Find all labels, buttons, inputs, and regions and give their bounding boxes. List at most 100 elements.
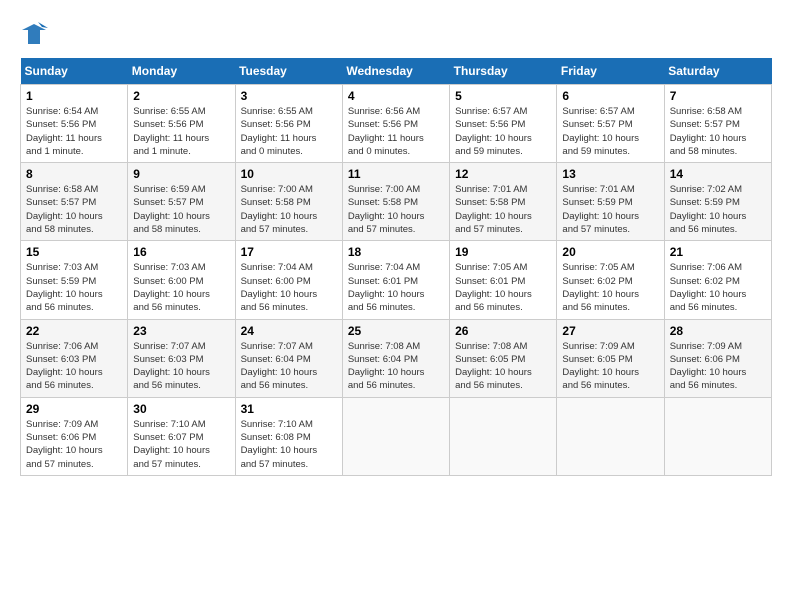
calendar-week-row: 8 Sunrise: 6:58 AM Sunset: 5:57 PM Daylig… — [21, 163, 772, 241]
day-info: Sunrise: 6:57 AM Sunset: 5:57 PM Dayligh… — [562, 105, 658, 158]
calendar-cell: 28 Sunrise: 7:09 AM Sunset: 6:06 PM Dayli… — [664, 319, 771, 397]
calendar-cell — [450, 397, 557, 475]
calendar-cell: 1 Sunrise: 6:54 AM Sunset: 5:56 PM Daylig… — [21, 85, 128, 163]
day-number: 30 — [133, 402, 229, 416]
logo — [20, 20, 52, 48]
day-info: Sunrise: 7:01 AM Sunset: 5:58 PM Dayligh… — [455, 183, 551, 236]
day-info: Sunrise: 6:58 AM Sunset: 5:57 PM Dayligh… — [26, 183, 122, 236]
day-number: 20 — [562, 245, 658, 259]
day-number: 15 — [26, 245, 122, 259]
calendar-cell: 9Sunrise: 6:59 AM Sunset: 5:57 PM Daylig… — [128, 163, 235, 241]
calendar-cell: 24 Sunrise: 7:07 AM Sunset: 6:04 PM Dayli… — [235, 319, 342, 397]
calendar-week-row: 1 Sunrise: 6:54 AM Sunset: 5:56 PM Daylig… — [21, 85, 772, 163]
column-header-friday: Friday — [557, 58, 664, 85]
day-info: Sunrise: 7:01 AM Sunset: 5:59 PM Dayligh… — [562, 183, 658, 236]
day-number: 5 — [455, 89, 551, 103]
calendar-cell: 7 Sunrise: 6:58 AM Sunset: 5:57 PM Daylig… — [664, 85, 771, 163]
day-number: 8 — [26, 167, 122, 181]
day-info: Sunrise: 7:09 AM Sunset: 6:06 PM Dayligh… — [26, 418, 122, 471]
day-number: 9 — [133, 167, 229, 181]
day-info: Sunrise: 7:10 AM Sunset: 6:07 PM Dayligh… — [133, 418, 229, 471]
calendar-cell: 19Sunrise: 7:05 AM Sunset: 6:01 PM Dayli… — [450, 241, 557, 319]
day-info: Sunrise: 6:58 AM Sunset: 5:57 PM Dayligh… — [670, 105, 766, 158]
day-number: 2 — [133, 89, 229, 103]
calendar-cell: 22 Sunrise: 7:06 AM Sunset: 6:03 PM Dayli… — [21, 319, 128, 397]
calendar-cell: 23 Sunrise: 7:07 AM Sunset: 6:03 PM Dayli… — [128, 319, 235, 397]
day-number: 24 — [241, 324, 337, 338]
calendar-table: SundayMondayTuesdayWednesdayThursdayFrid… — [20, 58, 772, 476]
day-number: 21 — [670, 245, 766, 259]
calendar-header-row: SundayMondayTuesdayWednesdayThursdayFrid… — [21, 58, 772, 85]
calendar-cell: 25Sunrise: 7:08 AM Sunset: 6:04 PM Dayli… — [342, 319, 449, 397]
day-info: Sunrise: 6:56 AM Sunset: 5:56 PM Dayligh… — [348, 105, 444, 158]
day-number: 31 — [241, 402, 337, 416]
day-info: Sunrise: 7:09 AM Sunset: 6:05 PM Dayligh… — [562, 340, 658, 393]
calendar-cell: 27 Sunrise: 7:09 AM Sunset: 6:05 PM Dayli… — [557, 319, 664, 397]
day-info: Sunrise: 7:00 AM Sunset: 5:58 PM Dayligh… — [241, 183, 337, 236]
calendar-cell: 18 Sunrise: 7:04 AM Sunset: 6:01 PM Dayli… — [342, 241, 449, 319]
day-info: Sunrise: 7:03 AM Sunset: 5:59 PM Dayligh… — [26, 261, 122, 314]
day-number: 22 — [26, 324, 122, 338]
calendar-cell: 14 Sunrise: 7:02 AM Sunset: 5:59 PM Dayli… — [664, 163, 771, 241]
day-info: Sunrise: 7:08 AM Sunset: 6:05 PM Dayligh… — [455, 340, 551, 393]
calendar-cell: 8 Sunrise: 6:58 AM Sunset: 5:57 PM Daylig… — [21, 163, 128, 241]
calendar-cell — [342, 397, 449, 475]
day-number: 1 — [26, 89, 122, 103]
column-header-monday: Monday — [128, 58, 235, 85]
day-number: 19 — [455, 245, 551, 259]
page-header — [20, 20, 772, 48]
day-info: Sunrise: 7:07 AM Sunset: 6:04 PM Dayligh… — [241, 340, 337, 393]
calendar-cell: 10 Sunrise: 7:00 AM Sunset: 5:58 PM Dayli… — [235, 163, 342, 241]
column-header-saturday: Saturday — [664, 58, 771, 85]
day-number: 4 — [348, 89, 444, 103]
calendar-cell: 6 Sunrise: 6:57 AM Sunset: 5:57 PM Daylig… — [557, 85, 664, 163]
day-number: 26 — [455, 324, 551, 338]
day-info: Sunrise: 7:06 AM Sunset: 6:02 PM Dayligh… — [670, 261, 766, 314]
day-info: Sunrise: 7:06 AM Sunset: 6:03 PM Dayligh… — [26, 340, 122, 393]
calendar-cell — [664, 397, 771, 475]
day-number: 18 — [348, 245, 444, 259]
calendar-cell: 30 Sunrise: 7:10 AM Sunset: 6:07 PM Dayli… — [128, 397, 235, 475]
day-info: Sunrise: 7:05 AM Sunset: 6:02 PM Dayligh… — [562, 261, 658, 314]
calendar-cell: 15 Sunrise: 7:03 AM Sunset: 5:59 PM Dayli… — [21, 241, 128, 319]
day-number: 12 — [455, 167, 551, 181]
column-header-sunday: Sunday — [21, 58, 128, 85]
calendar-cell: 31Sunrise: 7:10 AM Sunset: 6:08 PM Dayli… — [235, 397, 342, 475]
day-info: Sunrise: 7:02 AM Sunset: 5:59 PM Dayligh… — [670, 183, 766, 236]
day-number: 27 — [562, 324, 658, 338]
day-info: Sunrise: 6:57 AM Sunset: 5:56 PM Dayligh… — [455, 105, 551, 158]
calendar-cell: 17Sunrise: 7:04 AM Sunset: 6:00 PM Dayli… — [235, 241, 342, 319]
column-header-thursday: Thursday — [450, 58, 557, 85]
day-info: Sunrise: 7:03 AM Sunset: 6:00 PM Dayligh… — [133, 261, 229, 314]
calendar-cell: 16 Sunrise: 7:03 AM Sunset: 6:00 PM Dayli… — [128, 241, 235, 319]
day-info: Sunrise: 6:54 AM Sunset: 5:56 PM Dayligh… — [26, 105, 122, 158]
day-info: Sunrise: 7:07 AM Sunset: 6:03 PM Dayligh… — [133, 340, 229, 393]
day-info: Sunrise: 7:00 AM Sunset: 5:58 PM Dayligh… — [348, 183, 444, 236]
day-info: Sunrise: 7:09 AM Sunset: 6:06 PM Dayligh… — [670, 340, 766, 393]
calendar-cell: 20 Sunrise: 7:05 AM Sunset: 6:02 PM Dayli… — [557, 241, 664, 319]
calendar-cell: 4 Sunrise: 6:56 AM Sunset: 5:56 PM Daylig… — [342, 85, 449, 163]
column-header-tuesday: Tuesday — [235, 58, 342, 85]
day-number: 6 — [562, 89, 658, 103]
day-info: Sunrise: 7:08 AM Sunset: 6:04 PM Dayligh… — [348, 340, 444, 393]
day-info: Sunrise: 6:55 AM Sunset: 5:56 PM Dayligh… — [241, 105, 337, 158]
day-number: 28 — [670, 324, 766, 338]
calendar-cell: 11 Sunrise: 7:00 AM Sunset: 5:58 PM Dayli… — [342, 163, 449, 241]
day-number: 11 — [348, 167, 444, 181]
calendar-week-row: 29 Sunrise: 7:09 AM Sunset: 6:06 PM Dayli… — [21, 397, 772, 475]
day-number: 29 — [26, 402, 122, 416]
day-number: 23 — [133, 324, 229, 338]
day-number: 13 — [562, 167, 658, 181]
calendar-cell: 3 Sunrise: 6:55 AM Sunset: 5:56 PM Daylig… — [235, 85, 342, 163]
calendar-cell: 13 Sunrise: 7:01 AM Sunset: 5:59 PM Dayli… — [557, 163, 664, 241]
day-info: Sunrise: 7:04 AM Sunset: 6:00 PM Dayligh… — [241, 261, 337, 314]
column-header-wednesday: Wednesday — [342, 58, 449, 85]
day-number: 3 — [241, 89, 337, 103]
calendar-cell — [557, 397, 664, 475]
day-number: 14 — [670, 167, 766, 181]
day-info: Sunrise: 7:04 AM Sunset: 6:01 PM Dayligh… — [348, 261, 444, 314]
calendar-cell: 26 Sunrise: 7:08 AM Sunset: 6:05 PM Dayli… — [450, 319, 557, 397]
day-number: 16 — [133, 245, 229, 259]
day-number: 7 — [670, 89, 766, 103]
day-number: 10 — [241, 167, 337, 181]
